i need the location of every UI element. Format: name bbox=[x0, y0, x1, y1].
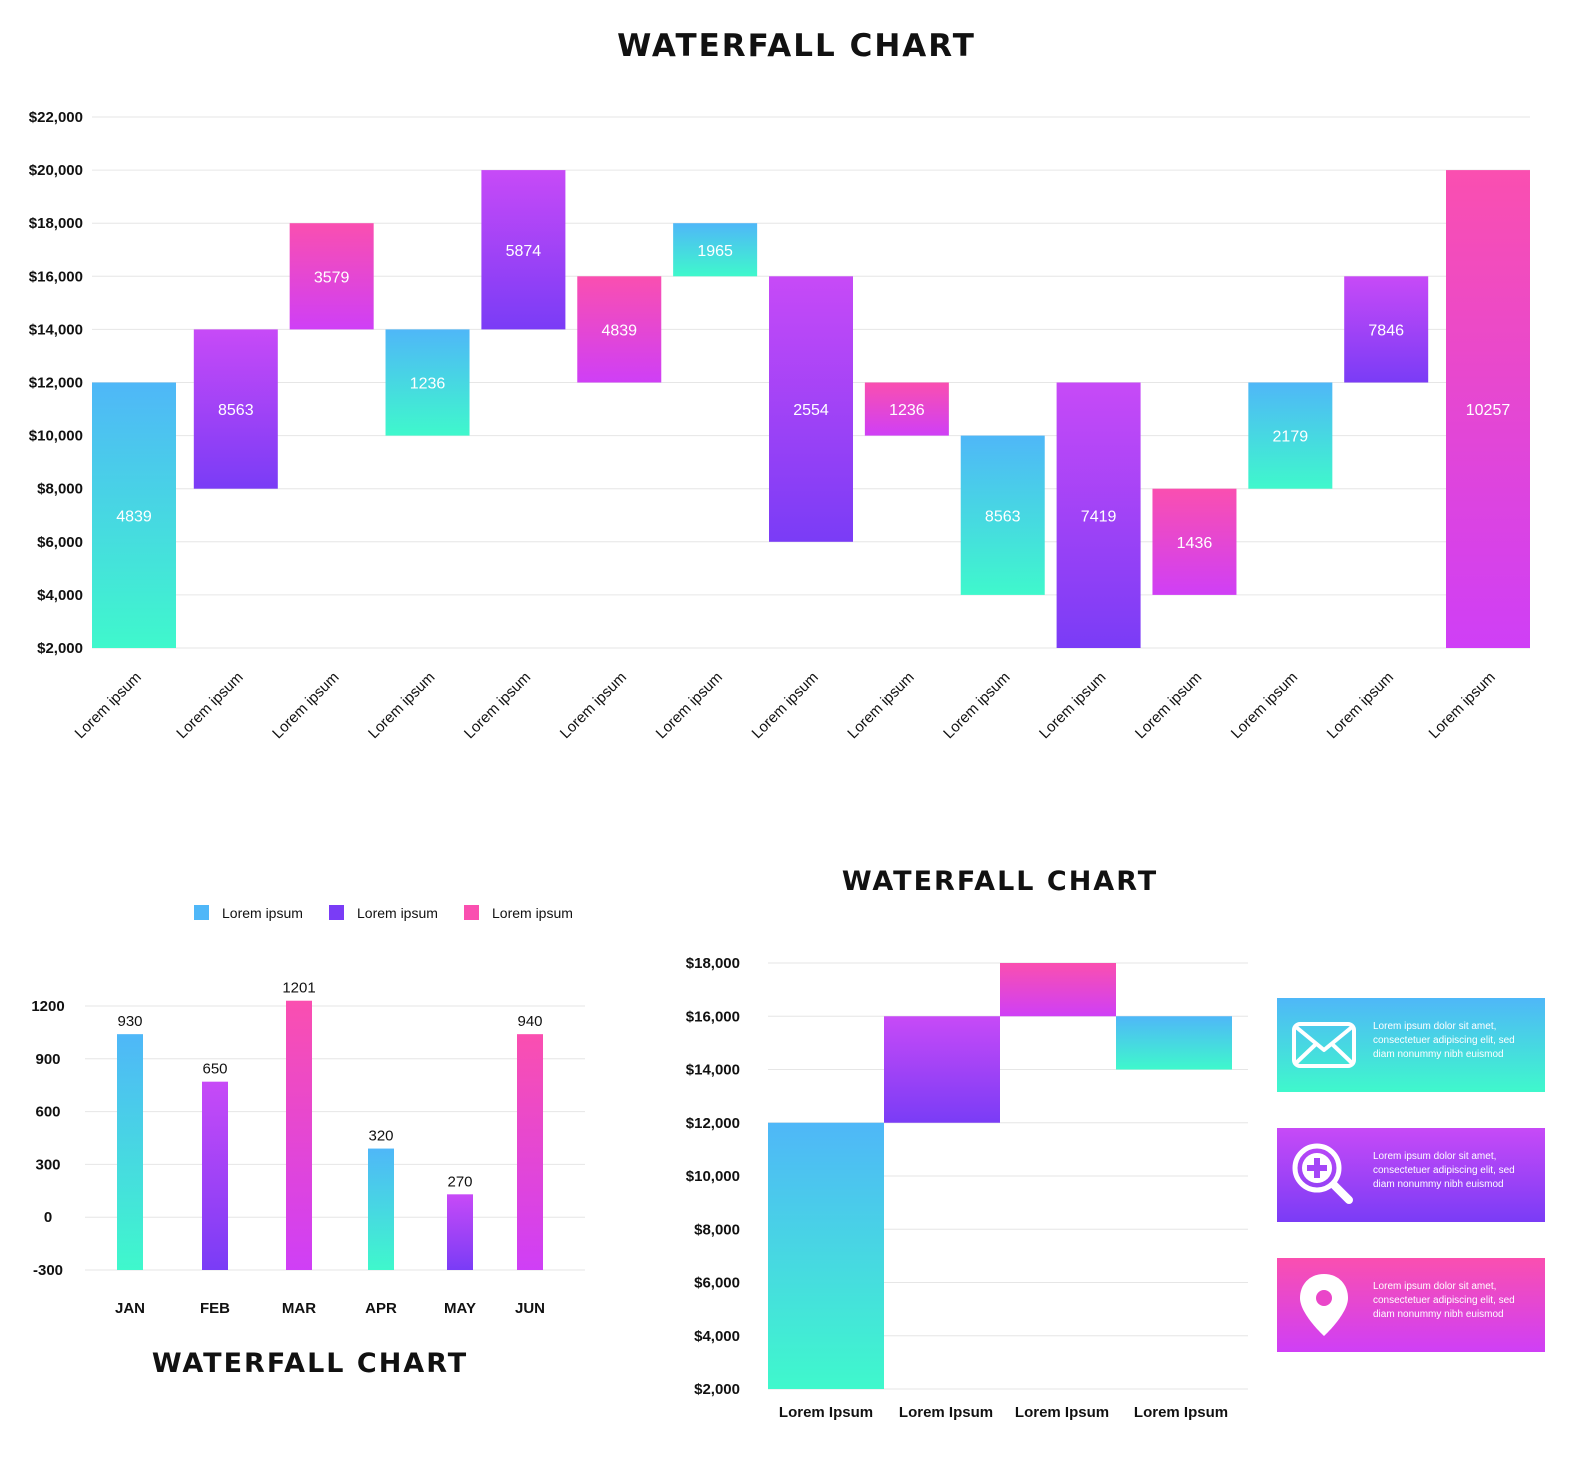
legend-label: Lorem ipsum bbox=[492, 905, 573, 921]
y-tick-label: $4,000 bbox=[37, 587, 83, 604]
month-bar bbox=[368, 1148, 394, 1270]
month-bar bbox=[202, 1081, 228, 1270]
info-card-mail: Lorem ipsum dolor sit amet, consectetuer… bbox=[1277, 998, 1545, 1092]
x-tick-label: Lorem ipsum bbox=[844, 669, 917, 742]
x-tick-label: Lorem ipsum bbox=[461, 669, 534, 742]
month-bar bbox=[517, 1034, 543, 1270]
bar-value-label: 270 bbox=[447, 1173, 472, 1190]
legend-label: Lorem ipsum bbox=[222, 905, 303, 921]
main-waterfall-chart: $2,000 $4,000 $6,000 $8,000 $10,000 $12,000 $1… bbox=[29, 109, 1530, 1421]
x-tick-label: Lorem ipsum bbox=[557, 669, 630, 742]
x-tick-label: MAY bbox=[444, 1300, 476, 1317]
y-tick-label: $12,000 bbox=[686, 1115, 740, 1132]
y-tick-label: $6,000 bbox=[694, 1275, 740, 1292]
y-tick-label: $14,000 bbox=[29, 321, 83, 338]
y-tick-label: -300 bbox=[33, 1262, 63, 1279]
y-tick-label: $6,000 bbox=[37, 534, 83, 551]
x-tick-label: Lorem ipsum bbox=[653, 669, 726, 742]
info-card-text: Lorem ipsum dolor sit amet, consectetuer… bbox=[1373, 1151, 1515, 1190]
bar-value-label: 10257 bbox=[1466, 402, 1511, 419]
y-tick-label: $2,000 bbox=[694, 1381, 740, 1398]
y-tick-label: $12,000 bbox=[29, 375, 83, 392]
x-tick-label: Lorem Ipsum bbox=[899, 1404, 993, 1421]
bar-value-label: 1201 bbox=[282, 980, 315, 997]
waterfall-bar bbox=[884, 1016, 1000, 1123]
bar-value-label: 940 bbox=[517, 1013, 542, 1030]
bar-value-label: 2554 bbox=[793, 402, 829, 419]
zoom-in-icon bbox=[1292, 1143, 1353, 1204]
bar-value-label: 4839 bbox=[601, 322, 637, 339]
month-bar bbox=[447, 1194, 473, 1270]
bar-value-label: 650 bbox=[202, 1061, 227, 1078]
legend-label: Lorem ipsum bbox=[357, 905, 438, 921]
x-tick-label: Lorem Ipsum bbox=[779, 1404, 873, 1421]
bar-value-label: 5874 bbox=[506, 243, 542, 260]
legend-swatch bbox=[194, 905, 209, 920]
y-tick-label: 1200 bbox=[31, 998, 64, 1015]
x-tick-label: FEB bbox=[200, 1300, 230, 1317]
x-tick-label: Lorem ipsum bbox=[365, 669, 438, 742]
y-tick-label: $16,000 bbox=[29, 268, 83, 285]
legend-swatch bbox=[329, 905, 344, 920]
x-tick-label: Lorem ipsum bbox=[1036, 669, 1109, 742]
x-tick-label: Lorem ipsum bbox=[1425, 669, 1498, 742]
y-tick-label: 600 bbox=[35, 1104, 60, 1121]
info-card-zoom: Lorem ipsum dolor sit amet, consectetuer… bbox=[1277, 1128, 1545, 1222]
x-tick-label: Lorem ipsum bbox=[1324, 669, 1397, 742]
y-tick-label: $18,000 bbox=[686, 955, 740, 972]
info-card-text: Lorem ipsum dolor sit amet, consectetuer… bbox=[1373, 1021, 1515, 1060]
x-tick-label: Lorem ipsum bbox=[1228, 669, 1301, 742]
x-tick-label: Lorem ipsum bbox=[71, 669, 144, 742]
y-tick-label: $22,000 bbox=[29, 109, 83, 126]
y-tick-label: 0 bbox=[44, 1209, 52, 1226]
bar-value-label: 930 bbox=[117, 1013, 142, 1030]
location-pin-icon bbox=[1300, 1274, 1348, 1336]
month-bar bbox=[286, 1000, 312, 1270]
bar-value-label: 8563 bbox=[218, 402, 254, 419]
y-tick-label: $4,000 bbox=[694, 1328, 740, 1345]
x-tick-label: JAN bbox=[115, 1300, 145, 1317]
bar-value-label: 7846 bbox=[1368, 322, 1404, 339]
x-tick-label: Lorem ipsum bbox=[1132, 669, 1205, 742]
bar-value-label: 2179 bbox=[1273, 429, 1309, 446]
y-tick-label: $20,000 bbox=[29, 162, 83, 179]
x-tick-label: Lorem ipsum bbox=[173, 669, 246, 742]
x-tick-label: Lorem Ipsum bbox=[1015, 1404, 1109, 1421]
waterfall-bar bbox=[1000, 963, 1116, 1017]
info-card-text: Lorem ipsum dolor sit amet, consectetuer… bbox=[1373, 1281, 1515, 1320]
bar-value-label: 320 bbox=[368, 1128, 393, 1145]
y-tick-label: $8,000 bbox=[37, 481, 83, 498]
y-tick-label: $10,000 bbox=[686, 1168, 740, 1185]
y-tick-label: $2,000 bbox=[37, 640, 83, 657]
x-tick-label: MAR bbox=[282, 1300, 316, 1317]
y-tick-label: $10,000 bbox=[29, 428, 83, 445]
legend-swatch bbox=[464, 905, 479, 920]
x-tick-label: Lorem ipsum bbox=[269, 669, 342, 742]
bar-value-label: 1236 bbox=[889, 402, 925, 419]
y-tick-label: $18,000 bbox=[29, 215, 83, 232]
y-tick-label: 300 bbox=[35, 1156, 60, 1173]
y-tick-label: 900 bbox=[35, 1051, 60, 1068]
bar-value-label: 4839 bbox=[116, 508, 152, 525]
bar-value-label: 1236 bbox=[410, 376, 446, 393]
bar-value-label: 1965 bbox=[697, 243, 733, 260]
bar-value-label: 1436 bbox=[1177, 535, 1213, 552]
waterfall-bar bbox=[768, 1122, 884, 1389]
x-tick-label: Lorem ipsum bbox=[940, 669, 1013, 742]
bar-value-label: 8563 bbox=[985, 508, 1021, 525]
y-tick-label: $14,000 bbox=[686, 1062, 740, 1079]
y-tick-label: $8,000 bbox=[694, 1221, 740, 1238]
month-bar bbox=[117, 1034, 143, 1270]
x-tick-label: APR bbox=[365, 1300, 397, 1317]
x-tick-label: JUN bbox=[515, 1300, 545, 1317]
x-tick-label: Lorem ipsum bbox=[748, 669, 821, 742]
x-tick-label: Lorem Ipsum bbox=[1134, 1404, 1228, 1421]
bar-value-label: 3579 bbox=[314, 269, 350, 286]
waterfall-bar bbox=[1116, 1016, 1232, 1070]
bar-value-label: 7419 bbox=[1081, 508, 1117, 525]
info-card-location: Lorem ipsum dolor sit amet, consectetuer… bbox=[1277, 1258, 1545, 1352]
y-tick-label: $16,000 bbox=[686, 1008, 740, 1025]
mail-icon bbox=[1292, 1022, 1356, 1068]
